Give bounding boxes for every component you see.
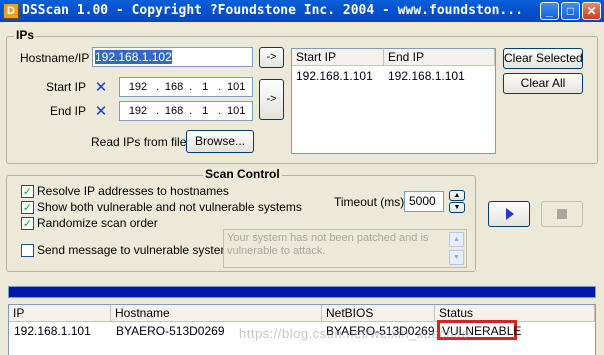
start-ip-octet-4: 101 xyxy=(227,81,246,93)
read-from-file-label: Read IPs from file xyxy=(91,135,187,149)
start-scan-button[interactable] xyxy=(488,201,530,227)
timeout-input[interactable]: 5000 xyxy=(404,191,444,212)
scroll-down-icon[interactable]: ▼ xyxy=(449,250,464,265)
window-title: DSScan 1.00 - Copyright ?Foundstone Inc.… xyxy=(22,3,523,18)
resolve-hostnames-label: Resolve IP addresses to hostnames xyxy=(37,184,229,198)
column-hostname[interactable]: Hostname xyxy=(111,305,322,322)
close-button[interactable]: ✕ xyxy=(582,2,601,20)
results-list[interactable]: IP Hostname NetBIOS Status 192.168.1.101… xyxy=(8,304,596,355)
end-ip-octet-1: 192 xyxy=(128,105,148,117)
show-both-checkbox[interactable]: ✓ xyxy=(21,201,34,214)
browse-button[interactable]: Browse... xyxy=(186,130,254,153)
ips-group-title: IPs xyxy=(14,28,37,42)
scroll-up-icon[interactable]: ▲ xyxy=(449,232,464,247)
randomize-order-checkbox[interactable]: ✓ xyxy=(21,217,34,230)
play-icon xyxy=(506,208,514,220)
start-ip-octet-1: 192 xyxy=(128,81,148,93)
stop-icon xyxy=(557,209,567,219)
timeout-down-icon[interactable]: ▼ xyxy=(449,202,465,213)
ip-range-list[interactable]: Start IP End IP 192.168.1.101 192.168.1.… xyxy=(291,48,496,154)
end-ip-octet-4: 101 xyxy=(227,105,246,117)
timeout-up-icon[interactable]: ▲ xyxy=(449,190,465,201)
timeout-label: Timeout (ms) xyxy=(334,195,405,209)
randomize-order-label: Randomize scan order xyxy=(37,216,158,230)
message-text: Your system has not been patched and is … xyxy=(227,232,429,257)
hostname-label: Hostname/IP xyxy=(20,51,90,65)
show-both-label: Show both vulnerable and not vulnerable … xyxy=(37,200,302,214)
end-ip-octet-2: 168 xyxy=(164,105,184,117)
minimize-button[interactable]: _ xyxy=(540,2,559,20)
scan-control-title: Scan Control xyxy=(203,167,282,181)
add-hostname-button[interactable]: -> xyxy=(259,47,284,68)
watermark-text: https://blog.csdn.net/weixin_xuechao xyxy=(239,326,470,341)
range-row-end[interactable]: 192.168.1.101 xyxy=(388,69,465,83)
add-range-button[interactable]: -> xyxy=(259,79,284,120)
end-ip-label: End IP xyxy=(50,104,87,118)
result-ip[interactable]: 192.168.1.101 xyxy=(14,324,91,338)
resolve-hostnames-checkbox[interactable]: ✓ xyxy=(21,185,34,198)
maximize-button[interactable]: □ xyxy=(561,2,580,20)
hostname-input[interactable]: 192.168.1.102 xyxy=(92,47,253,67)
start-ip-octet-3: 1 xyxy=(202,81,209,93)
app-icon: D xyxy=(3,3,19,19)
stop-scan-button[interactable] xyxy=(541,201,583,227)
clear-selected-button[interactable]: Clear Selected xyxy=(503,48,583,69)
hostname-value: 192.168.1.102 xyxy=(95,50,172,64)
progress-bar xyxy=(8,286,596,298)
clear-start-ip-icon[interactable]: ✕ xyxy=(92,78,110,96)
send-message-checkbox[interactable] xyxy=(21,244,34,257)
column-netbios[interactable]: NetBIOS xyxy=(322,305,435,322)
end-ip-input[interactable]: 192. 168. 1. 101 xyxy=(119,101,253,121)
start-ip-input[interactable]: 192. 168. 1. 101 xyxy=(119,77,253,97)
range-row-start[interactable]: 192.168.1.101 xyxy=(296,69,373,83)
result-hostname[interactable]: BYAERO-513D0269 xyxy=(116,324,225,338)
column-ip[interactable]: IP xyxy=(9,305,111,322)
start-ip-label: Start IP xyxy=(46,80,87,94)
column-end-ip[interactable]: End IP xyxy=(384,49,495,66)
clear-all-button[interactable]: Clear All xyxy=(503,73,583,94)
message-box[interactable]: Your system has not been patched and is … xyxy=(223,229,467,268)
send-message-label: Send message to vulnerable systems xyxy=(37,243,237,257)
start-ip-octet-2: 168 xyxy=(164,81,184,93)
column-start-ip[interactable]: Start IP xyxy=(292,49,384,66)
end-ip-octet-3: 1 xyxy=(202,105,209,117)
clear-end-ip-icon[interactable]: ✕ xyxy=(92,102,110,120)
